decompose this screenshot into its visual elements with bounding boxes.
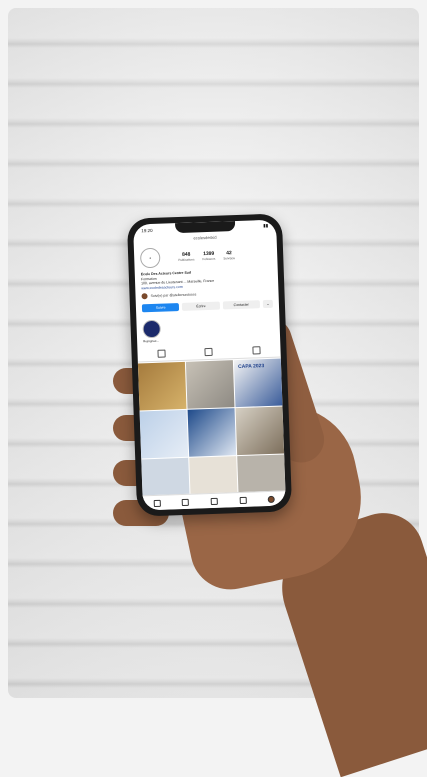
- stat-posts[interactable]: 848 Publications: [178, 251, 195, 263]
- message-button[interactable]: Écrire: [182, 301, 220, 311]
- post-thumbnail[interactable]: CAPA 2023: [233, 358, 283, 408]
- post-thumbnail[interactable]: [185, 360, 235, 409]
- reels-icon[interactable]: [204, 347, 214, 357]
- stat-followers-label: Followers: [202, 256, 216, 262]
- highlight-label: Rejoignez...: [143, 338, 160, 344]
- post-thumbnail[interactable]: [235, 406, 285, 456]
- post-text: CAPA 2023: [237, 363, 265, 371]
- search-icon[interactable]: [182, 498, 190, 506]
- posts-grid: CAPA 2023: [137, 358, 286, 507]
- follow-button[interactable]: Suivre: [141, 303, 180, 313]
- home-icon[interactable]: [153, 499, 161, 507]
- smartphone: 19:20 ▮▮ ecolesdeskid ● 848 Publications…: [126, 213, 293, 517]
- post-thumbnail[interactable]: [187, 408, 237, 457]
- followed-by-text: Suivi(e) par @ateliersastuces: [150, 292, 197, 299]
- status-icons: ▮▮: [263, 222, 269, 229]
- post-thumbnail[interactable]: [139, 409, 189, 459]
- post-thumbnail[interactable]: [137, 361, 187, 411]
- stat-following[interactable]: 42 Suivi(e)s: [223, 250, 235, 260]
- stat-followers[interactable]: 1399 Followers: [202, 251, 215, 261]
- stat-posts-label: Publications: [178, 257, 195, 263]
- add-post-icon[interactable]: [210, 497, 218, 505]
- contact-button[interactable]: Contacter: [222, 300, 261, 310]
- profile-avatar[interactable]: ●: [139, 247, 161, 269]
- stat-following-label: Suivi(e)s: [223, 256, 236, 261]
- status-time: 19:20: [141, 227, 153, 233]
- highlight-circle: [142, 319, 162, 339]
- profile-nav-icon[interactable]: [267, 495, 276, 503]
- reels-nav-icon[interactable]: [239, 496, 247, 504]
- more-button[interactable]: ⌄: [262, 299, 274, 309]
- profile-stats: 848 Publications 1399 Followers 42 Suivi…: [178, 250, 235, 262]
- phone-notch: [175, 221, 236, 234]
- followed-by-avatar: [141, 293, 148, 300]
- tagged-icon[interactable]: [252, 346, 261, 355]
- phone-screen: 19:20 ▮▮ ecolesdeskid ● 848 Publications…: [133, 219, 286, 511]
- story-highlight[interactable]: Rejoignez...: [136, 312, 280, 348]
- grid-icon[interactable]: [157, 349, 166, 358]
